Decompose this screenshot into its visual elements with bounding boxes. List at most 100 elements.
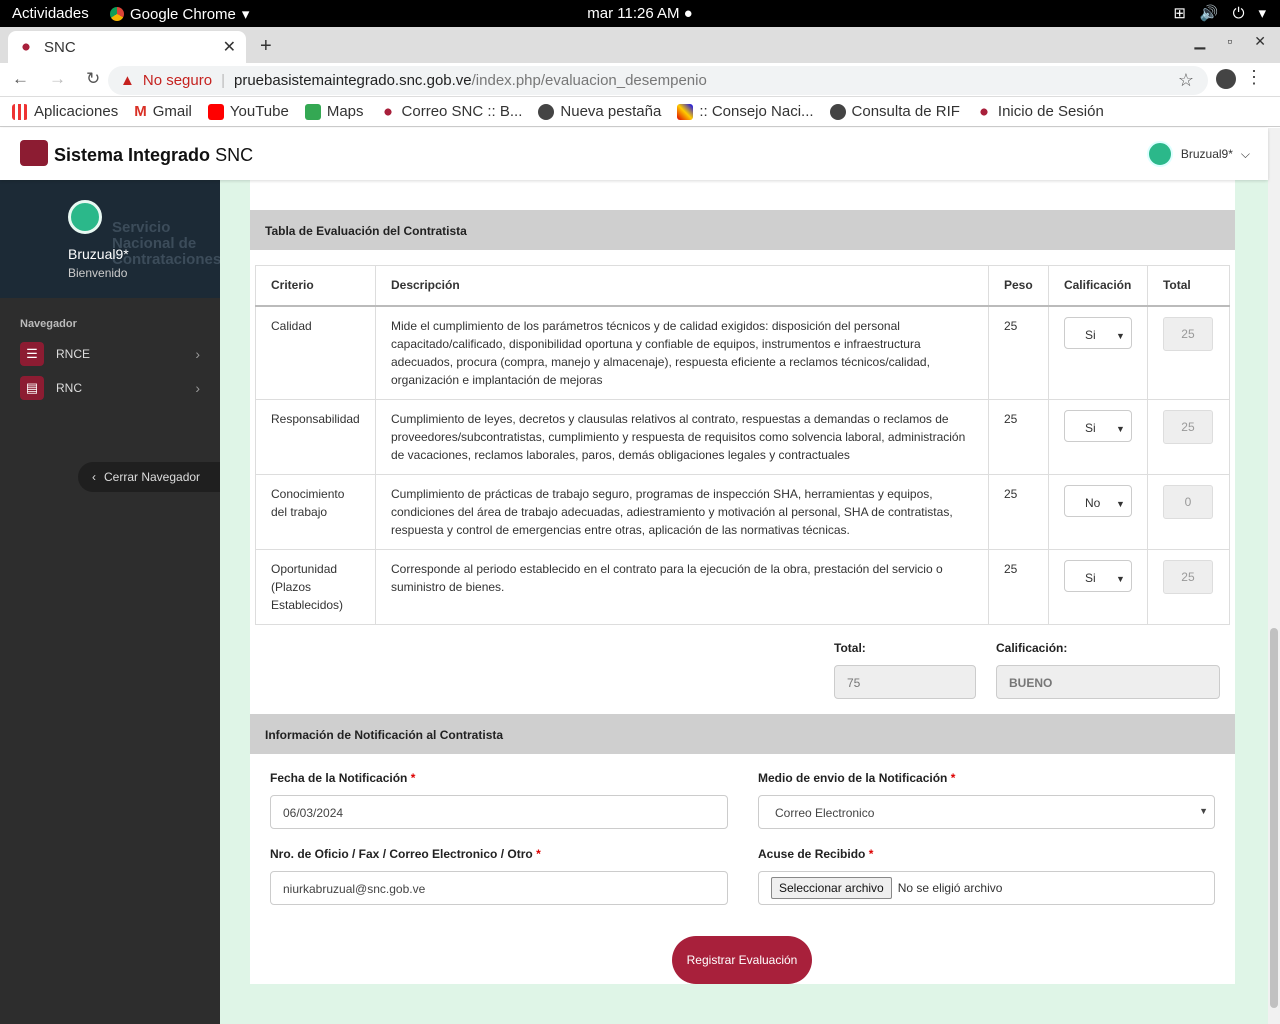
evaluation-table: Criterio Descripción Peso Calificación T…: [255, 265, 1231, 625]
scrollbar-thumb[interactable]: [1270, 628, 1278, 1008]
table-row: Responsabilidad Cumplimiento de leyes, d…: [255, 398, 1231, 475]
sidebar-item-rnc[interactable]: ▤ RNC ›: [20, 375, 200, 401]
bookmark-gmail[interactable]: M Gmail: [134, 103, 192, 120]
chevron-left-icon: ‹: [92, 470, 96, 484]
nav-buttons: ← → ↻: [12, 69, 100, 89]
choose-file-button[interactable]: Seleccionar archivo: [771, 877, 892, 899]
bookmark-consejo[interactable]: :: Consejo Naci...: [677, 103, 814, 120]
calificacion-cell: No ▼: [1047, 473, 1148, 550]
page-scrollbar[interactable]: [1268, 128, 1280, 1024]
bookmark-apps[interactable]: Aplicaciones: [12, 103, 118, 120]
total-cell: 25: [1146, 548, 1231, 625]
bookmark-maps[interactable]: Maps: [304, 103, 364, 120]
snc-favicon-icon: [18, 39, 34, 55]
sidebar-item-label: RNC: [56, 381, 82, 395]
descripcion-cell: Cumplimiento de leyes, decretos y clausu…: [374, 398, 989, 475]
bookmark-label: Gmail: [152, 103, 192, 120]
bookmark-label: Correo SNC :: B...: [401, 103, 523, 120]
chevron-down-icon: ⌵: [1240, 146, 1250, 161]
bg-line: Servicio: [112, 219, 171, 236]
calificacion-select[interactable]: Si ▼: [1063, 316, 1132, 349]
sidebar: Servicio Nacional de Contrataciones Bruzua…: [0, 180, 220, 1024]
select-value: Si: [1084, 420, 1096, 435]
office-number-input[interactable]: niurkabruzual@snc.gob.ve: [270, 871, 728, 905]
notification-date-label: Fecha de la Notificación *: [270, 771, 415, 785]
maximize-icon[interactable]: ▫: [1227, 33, 1232, 50]
criterio-cell: Oportunidad (Plazos Establecidos): [255, 548, 376, 625]
profile-avatar-icon: [68, 200, 102, 234]
bookmark-correo[interactable]: Correo SNC :: B...: [379, 103, 523, 120]
calificacion-select[interactable]: Si ▼: [1063, 409, 1132, 442]
warning-icon[interactable]: ▲: [120, 72, 135, 89]
chrome-menu-icon[interactable]: ⋮: [1245, 67, 1263, 88]
omnibox[interactable]: ▲ No seguro | pruebasistemaintegrado.snc…: [108, 66, 1208, 95]
calificacion-select[interactable]: Si ▼: [1063, 559, 1132, 592]
browser-tab[interactable]: SNC ✕: [8, 31, 246, 63]
grade-label: Calificación:: [996, 641, 1068, 655]
bookmark-label: Maps: [326, 103, 364, 120]
gmail-icon: M: [134, 103, 147, 120]
address-bar-row: ← → ↻ ▲ No seguro | pruebasistemaintegra…: [0, 63, 1280, 97]
bookmark-rif[interactable]: Consulta de RIF: [829, 103, 960, 120]
user-name: Bruzual9*: [1180, 147, 1233, 161]
back-icon[interactable]: ←: [12, 69, 29, 89]
main-content: Tabla de Evaluación del Contratista Crit…: [220, 180, 1268, 1024]
bookmark-youtube[interactable]: YouTube: [207, 103, 289, 120]
forward-icon[interactable]: →: [49, 69, 66, 89]
bookmark-label: :: Consejo Naci...: [699, 103, 814, 120]
clock[interactable]: mar 11:26 AM ●: [0, 5, 1280, 22]
bookmark-star-icon[interactable]: ☆: [1178, 70, 1194, 91]
receipt-file-input[interactable]: Seleccionar archivo No se eligió archivo: [758, 871, 1215, 905]
url-path: /index.php/evaluacion_desempenio: [471, 72, 707, 89]
new-tab-button[interactable]: +: [260, 35, 272, 58]
total-sum-field: 75: [834, 665, 976, 699]
bookmark-new-tab[interactable]: Nueva pestaña: [538, 103, 661, 120]
close-navigator-button[interactable]: ‹ Cerrar Navegador: [78, 462, 220, 492]
profile-icon[interactable]: [1216, 69, 1236, 89]
descripcion-cell: Cumplimiento de prácticas de trabajo seg…: [374, 473, 989, 550]
reload-icon[interactable]: ↻: [86, 69, 100, 89]
notification-section-title: Información de Notificación al Contratis…: [250, 714, 1235, 754]
bookmark-label: Aplicaciones: [34, 103, 119, 120]
total-field: 25: [1162, 559, 1213, 594]
total-cell: 25: [1146, 398, 1231, 475]
descripcion-cell: Mide el cumplimiento de los parámetros t…: [374, 305, 989, 400]
peso-cell: 25: [987, 398, 1049, 475]
briefcase-icon[interactable]: [20, 140, 48, 166]
close-tab-icon[interactable]: ✕: [223, 37, 236, 57]
sidebar-item-rnce[interactable]: ☰ RNCE ›: [20, 341, 200, 367]
required-mark: *: [410, 771, 416, 785]
grade-field: BUENO: [996, 665, 1220, 699]
notification-date-input[interactable]: 06/03/2024: [270, 795, 728, 829]
chevron-right-icon: ›: [195, 346, 200, 362]
total-field: 25: [1162, 316, 1213, 351]
minimize-icon[interactable]: ▁: [1195, 33, 1206, 50]
consejo-icon: [677, 103, 694, 120]
bookmark-login[interactable]: Inicio de Sesión: [975, 103, 1104, 120]
bookmark-label: Nueva pestaña: [560, 103, 662, 120]
evaluation-section-title: Tabla de Evaluación del Contratista: [250, 210, 1235, 250]
calificacion-select[interactable]: No ▼: [1063, 484, 1132, 517]
caret-down-icon: ▼: [1116, 330, 1125, 341]
total-label: Total:: [834, 641, 866, 655]
snc-icon: [975, 103, 992, 120]
criterio-cell: Responsabilidad: [255, 398, 376, 475]
calificacion-cell: Si ▼: [1047, 398, 1148, 475]
sidebar-profile: Servicio Nacional de Contrataciones Bruzua…: [0, 180, 220, 298]
close-navigator-label: Cerrar Navegador: [104, 470, 201, 484]
file-status: No se eligió archivo: [897, 881, 1003, 895]
register-evaluation-button[interactable]: Registrar Evaluación: [672, 936, 812, 984]
apps-grid-icon: [12, 103, 28, 120]
table-row: Conocimiento del trabajo Cumplimiento de…: [255, 473, 1231, 550]
receipt-label: Acuse de Recibido *: [758, 847, 873, 861]
notification-medium-select[interactable]: Correo Electronico ▼: [758, 795, 1215, 829]
select-value: Correo Electronico: [775, 806, 875, 820]
user-menu[interactable]: Bruzual9* ⌵: [1146, 141, 1250, 167]
app-brand[interactable]: Sistema Integrado SNC: [54, 145, 253, 166]
col-criterio: Criterio: [255, 265, 376, 307]
maps-icon: [304, 103, 321, 120]
security-label[interactable]: No seguro: [143, 72, 212, 89]
system-tray[interactable]: ⊞ 🔊 ⏻ ▾: [1173, 4, 1266, 23]
nav-section-label: Navegador: [20, 318, 77, 330]
close-window-icon[interactable]: ✕: [1254, 33, 1266, 50]
